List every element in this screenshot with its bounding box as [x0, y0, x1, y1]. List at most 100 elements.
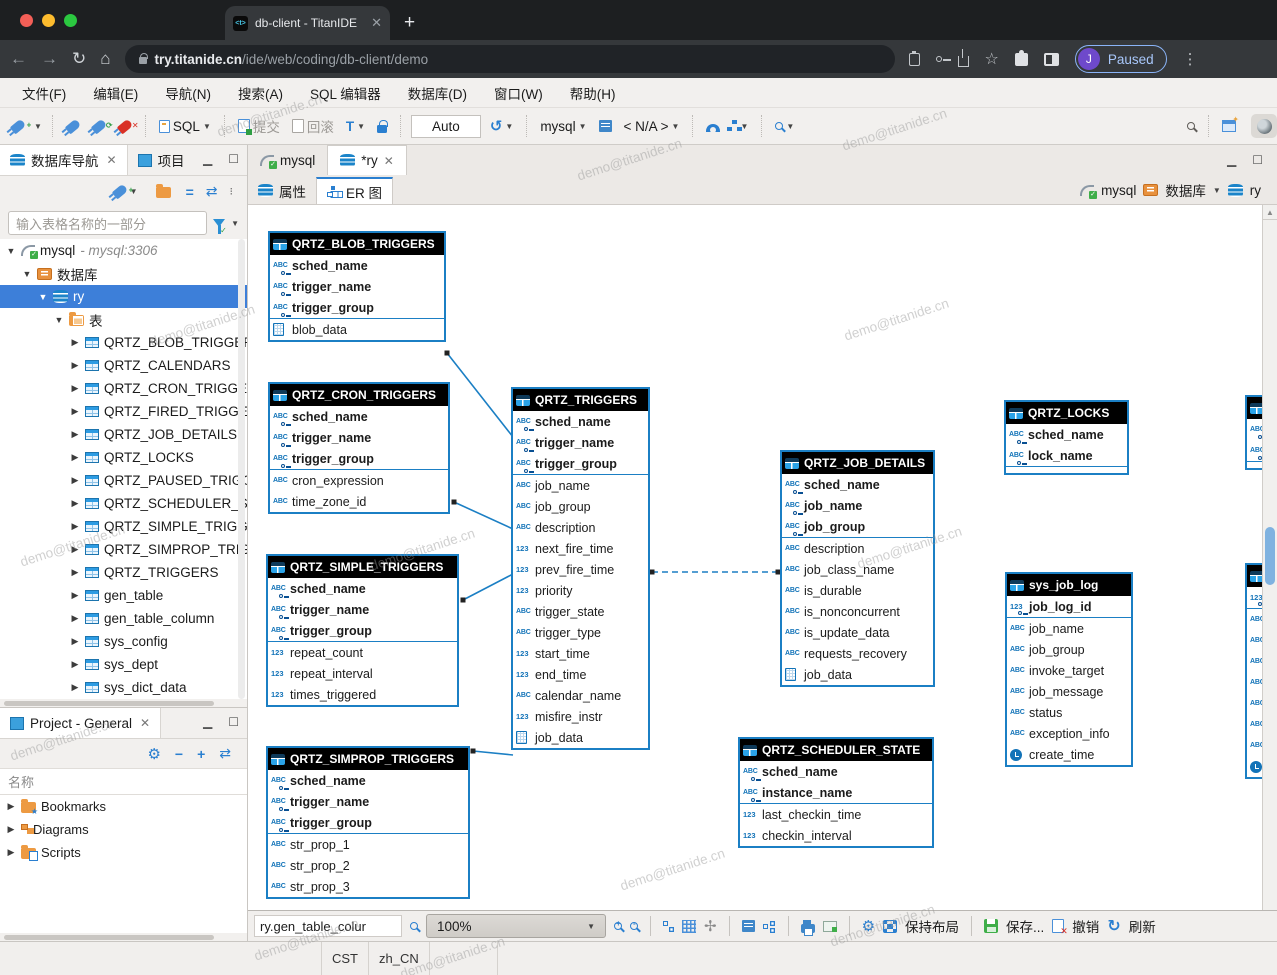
profile-paused-button[interactable]: J Paused [1075, 45, 1167, 73]
tree-table-sys_dict_data[interactable]: ▶sys_dict_data [0, 676, 247, 699]
project-item-scripts[interactable]: ▶Scripts [0, 841, 247, 864]
browser-menu-icon[interactable]: ⋮ [1183, 50, 1198, 68]
entity-qrtz_simprop_triggers[interactable]: QRTZ_SIMPROP_TRIGGERSABCsched_nameABCtri… [266, 746, 470, 899]
close-tab-icon[interactable]: ✕ [371, 15, 382, 31]
entity-qrtz_cron_triggers[interactable]: QRTZ_CRON_TRIGGERSABCsched_nameABCtrigge… [268, 382, 450, 514]
entity-column[interactable]: ABCtrigger_name [270, 427, 448, 448]
tree-table-gen_table_column[interactable]: ▶gen_table_column [0, 607, 247, 630]
expand-arrow-icon[interactable]: ▶ [70, 682, 80, 693]
entity-column[interactable]: 123end_time [513, 664, 648, 685]
connect-button[interactable] [63, 120, 83, 133]
expand-arrow-icon[interactable]: ▶ [70, 337, 80, 348]
expand-arrow-icon[interactable]: ▶ [70, 429, 80, 440]
tree-table-qrtz_cron_triggers[interactable]: ▶QRTZ_CRON_TRIGGERS [0, 377, 247, 400]
entity-qrtz_scheduler_state[interactable]: QRTZ_SCHEDULER_STATEABCsched_nameABCinst… [738, 737, 934, 848]
commit-button[interactable]: 提交 [235, 114, 283, 138]
entity-column[interactable]: 123job_log_id [1007, 596, 1131, 617]
link-editor-icon[interactable]: ⇄ [219, 745, 231, 762]
entity-header[interactable]: sys_job_log [1007, 574, 1131, 596]
entity-column[interactable]: ABCtrigger_name [270, 276, 444, 297]
refresh-label[interactable]: 刷新 [1129, 916, 1156, 936]
tree-table-qrtz_job_details[interactable]: ▶QRTZ_JOB_DETAILS [0, 423, 247, 446]
transaction-log-button[interactable]: ↺▼ [487, 115, 517, 137]
entity-header[interactable]: QRTZ_TRIGGERS [513, 389, 648, 411]
entity-column[interactable]: create_time [1007, 744, 1131, 765]
tab-project-explorer[interactable]: 项目 [128, 145, 195, 175]
new-tab-button[interactable]: + [404, 12, 415, 34]
minimize-editor-icon[interactable]: ▁ [1227, 153, 1236, 167]
clipboard-icon[interactable] [909, 53, 920, 66]
entity-qrtz_simple_triggers[interactable]: QRTZ_SIMPLE_TRIGGERSABCsched_name ABCtrig… [266, 554, 459, 707]
expand-arrow-icon[interactable]: ▶ [70, 360, 80, 371]
share-icon[interactable] [958, 56, 969, 67]
zoom-select[interactable]: 100%▼ [426, 914, 606, 938]
entity-column[interactable]: ABCexception_info [1007, 723, 1131, 744]
tree-table-qrtz_scheduler_state[interactable]: ▶QRTZ_SCHEDULER_STATE [0, 492, 247, 515]
expand-arrow-icon[interactable]: ▶ [70, 521, 80, 532]
expand-arrow-icon[interactable]: ▶ [70, 613, 80, 624]
tree-table-qrtz_simprop_triggers[interactable]: ▶QRTZ_SIMPROP_TRIGGERS [0, 538, 247, 561]
export-image-icon[interactable] [823, 921, 837, 932]
menu-item-3[interactable]: 搜索(A) [238, 83, 283, 103]
maximize-panel-icon[interactable]: ☐ [228, 715, 239, 729]
expand-arrow-icon[interactable]: ▶ [70, 636, 80, 647]
disconnect-button[interactable]: ✕ [115, 120, 135, 133]
toggle-grid-icon[interactable] [682, 920, 696, 933]
entity-column[interactable]: ABCsched_name [268, 578, 457, 599]
expand-arrow-icon[interactable]: ▶ [70, 452, 80, 463]
expand-arrow-icon[interactable]: ▶ [70, 659, 80, 670]
subtab-er-diagram[interactable]: ER 图 [316, 177, 393, 204]
entity-column[interactable]: ABC [1247, 419, 1262, 440]
back-icon[interactable]: ← [10, 49, 27, 69]
entity-column[interactable]: ABCstatus [1007, 702, 1131, 723]
fit-window-icon[interactable]: ✢ [704, 917, 717, 935]
entity-column[interactable]: ABCjob_name [1007, 618, 1131, 639]
save-icon[interactable] [984, 919, 998, 933]
entity-column[interactable]: ABCsched_name [270, 255, 444, 276]
expand-arrow-icon[interactable]: ▶ [6, 847, 16, 858]
reload-icon[interactable]: ↻ [72, 49, 86, 69]
entity-qrtz_locks[interactable]: QRTZ_LOCKSABCsched_nameABClock_name [1004, 400, 1129, 475]
entity-column[interactable]: ABCsched_name [513, 411, 648, 432]
new-connection-button[interactable]: + [8, 120, 28, 133]
expand-arrow-icon[interactable]: ▶ [70, 498, 80, 509]
catalog-icon-button[interactable] [596, 118, 615, 134]
filter-funnel-icon[interactable] [213, 219, 225, 227]
entity-column[interactable]: ABC [1247, 440, 1262, 461]
entity-column[interactable]: ABCsched_name [782, 474, 933, 495]
entity-column[interactable]: 123start_time [513, 643, 648, 664]
close-window-button[interactable] [20, 14, 33, 27]
entity-column[interactable]: ABCtrigger_group [268, 620, 457, 641]
home-icon[interactable]: ⌂ [100, 49, 110, 69]
new-window-button[interactable] [1219, 118, 1239, 134]
collapse-arrow-icon[interactable]: ▼ [22, 269, 32, 279]
expand-arrow-icon[interactable]: ▶ [6, 801, 16, 812]
entity-column[interactable] [1247, 756, 1262, 777]
entity-header[interactable]: QRTZ_SIMPROP_TRIGGERS [268, 748, 468, 770]
browser-tab[interactable]: <t> db-client - TitanIDE ✕ [225, 6, 390, 40]
entity-column[interactable]: ABCstr_prop_3 [268, 876, 468, 897]
tree-table-qrtz_fired_triggers[interactable]: ▶QRTZ_FIRED_TRIGGERS [0, 400, 247, 423]
entity-column[interactable]: ABCtrigger_group [270, 297, 444, 318]
tab-database-navigator[interactable]: 数据库导航✕ [0, 145, 128, 175]
entity-column[interactable]: ABCjob_message [1007, 681, 1131, 702]
entity-header[interactable]: QRTZ_SCHEDULER_STATE [740, 739, 932, 761]
entity-column[interactable]: ABCtrigger_group [270, 448, 448, 469]
arrange-diagram-icon[interactable] [663, 921, 668, 926]
entity-partial[interactable]: ABCABC [1245, 395, 1262, 470]
entity-header[interactable]: QRTZ_SIMPLE_TRIGGERS [268, 556, 457, 578]
zoom-in-icon[interactable]: + [614, 922, 622, 930]
refresh-icon[interactable]: ↻ [1107, 916, 1120, 936]
expand-arrow-icon[interactable]: ▶ [70, 475, 80, 486]
tree-table-gen_table[interactable]: ▶gen_table [0, 584, 247, 607]
search-icon[interactable] [410, 922, 418, 930]
entity-column[interactable]: ABCjob_group [1007, 639, 1131, 660]
transaction-lock-button[interactable] [374, 118, 390, 135]
entity-column[interactable]: 123priority [513, 580, 648, 601]
settings-gear-icon[interactable]: ⚙ [862, 917, 875, 935]
entity-column[interactable]: ABCtrigger_name [513, 432, 648, 453]
entity-header[interactable]: QRTZ_BLOB_TRIGGERS [270, 233, 444, 255]
dashboard-button[interactable] [703, 118, 723, 134]
er-diagram-canvas[interactable]: QRTZ_BLOB_TRIGGERSABCsched_nameABCtrigge… [248, 205, 1262, 910]
menu-item-0[interactable]: 文件(F) [22, 83, 66, 103]
